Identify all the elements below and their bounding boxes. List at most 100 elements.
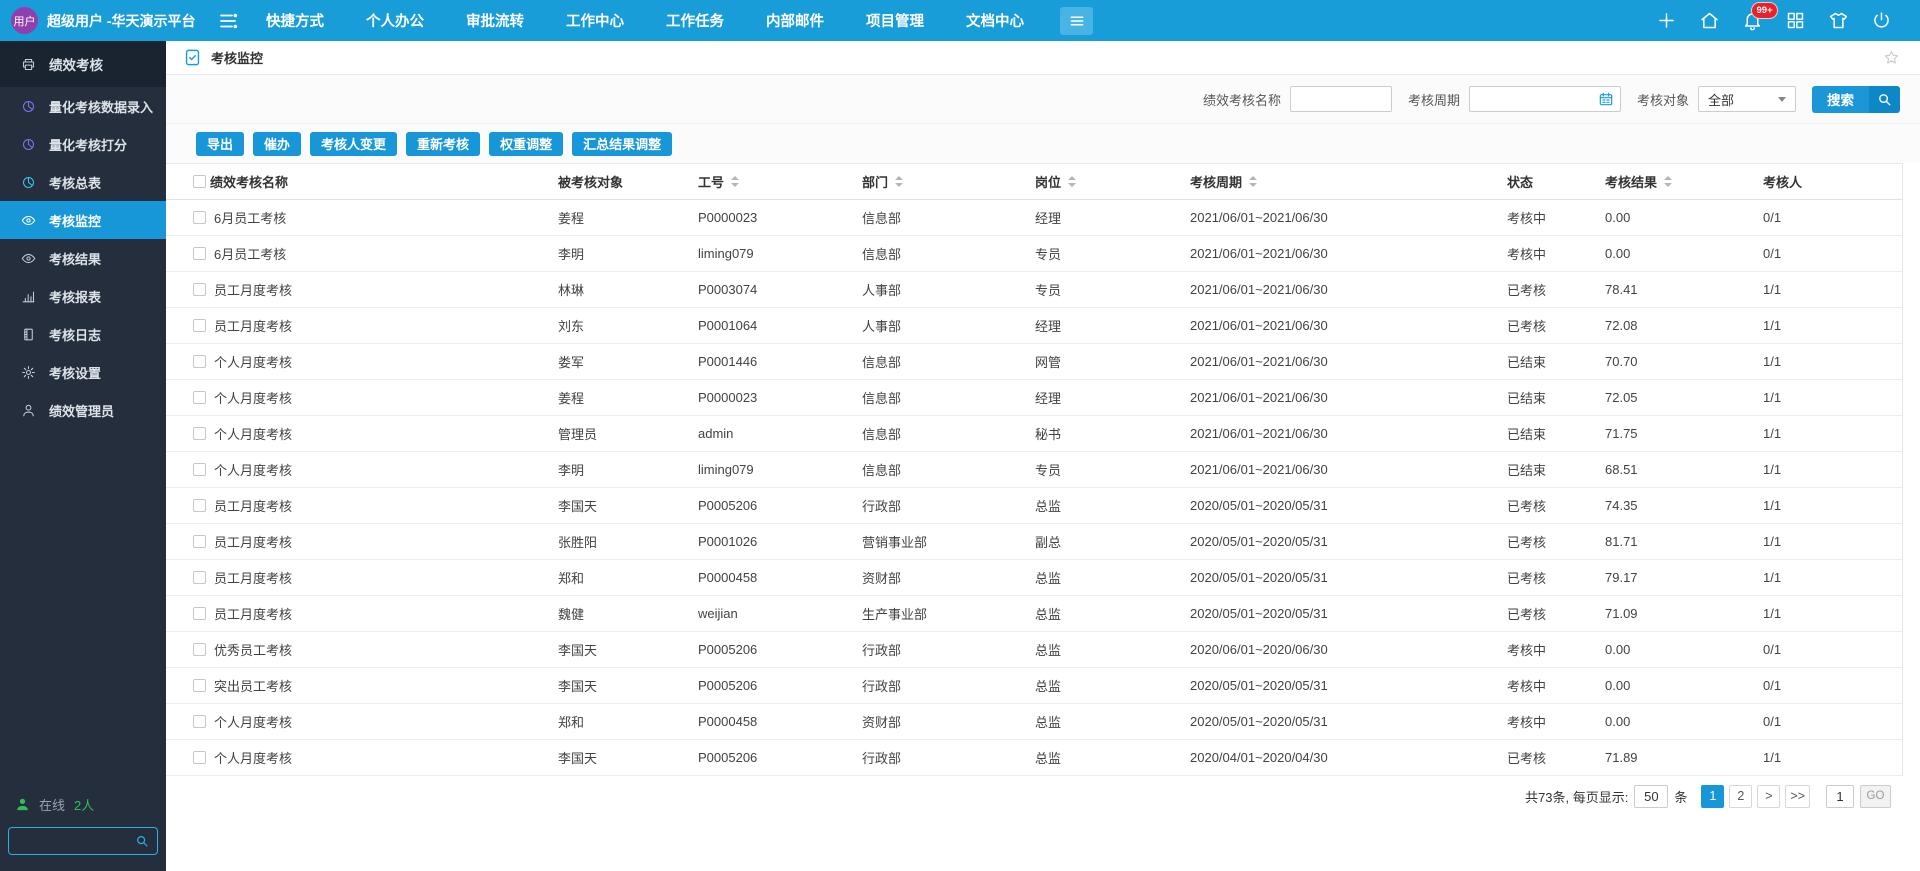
sort-arrows-icon[interactable] bbox=[731, 176, 739, 187]
row-checkbox[interactable] bbox=[193, 535, 206, 548]
table-row[interactable]: 员工月度考核林琳P0003074人事部专员2021/06/01~2021/06/… bbox=[166, 272, 1902, 308]
next-page-button[interactable]: > bbox=[1757, 785, 1780, 808]
row-checkbox[interactable] bbox=[193, 283, 206, 296]
plus-button[interactable] bbox=[1656, 10, 1677, 31]
row-checkbox[interactable] bbox=[193, 715, 206, 728]
sidebar-item-assessment-logs[interactable]: 考核日志 bbox=[0, 315, 166, 353]
nav-item-internal-mail[interactable]: 内部邮件 bbox=[766, 10, 824, 31]
row-checkbox[interactable] bbox=[193, 607, 206, 620]
sidebar-item-quant-data-entry[interactable]: 量化考核数据录入 bbox=[0, 87, 166, 125]
toolbar-button-weight-adjust[interactable]: 权重调整 bbox=[489, 132, 563, 156]
online-label: 在线 bbox=[39, 795, 65, 814]
sidebar-item-assessment-summary-table[interactable]: 考核总表 bbox=[0, 163, 166, 201]
power-button[interactable] bbox=[1871, 10, 1892, 31]
column-header-period[interactable]: 考核周期 bbox=[1190, 172, 1507, 191]
last-page-button[interactable]: >> bbox=[1785, 785, 1810, 808]
nav-item-personal-office[interactable]: 个人办公 bbox=[366, 10, 424, 31]
toolbar-button-re-assess[interactable]: 重新考核 bbox=[406, 132, 480, 156]
cell-status: 已结束 bbox=[1507, 460, 1605, 479]
go-button[interactable]: GO bbox=[1860, 785, 1891, 808]
menu-lines-icon[interactable] bbox=[216, 9, 240, 33]
column-header-post[interactable]: 岗位 bbox=[1035, 172, 1190, 191]
column-header-result[interactable]: 考核结果 bbox=[1605, 172, 1763, 191]
nav-item-shortcuts[interactable]: 快捷方式 bbox=[266, 10, 324, 31]
page-button-1[interactable]: 1 bbox=[1701, 785, 1724, 808]
shirt-button[interactable] bbox=[1828, 10, 1849, 31]
page-button-2[interactable]: 2 bbox=[1729, 785, 1752, 808]
nav-item-approval-flow[interactable]: 审批流转 bbox=[466, 10, 524, 31]
toolbar-button-change-assessor[interactable]: 考核人变更 bbox=[310, 132, 397, 156]
table-row[interactable]: 个人月度考核娄军P0001446信息部网管2021/06/01~2021/06/… bbox=[166, 344, 1902, 380]
row-checkbox[interactable] bbox=[193, 571, 206, 584]
sidebar-item-quant-scoring[interactable]: 量化考核打分 bbox=[0, 125, 166, 163]
row-checkbox[interactable] bbox=[193, 211, 206, 224]
cell-emp_id: P0005206 bbox=[698, 678, 862, 693]
search-button[interactable]: 搜索 bbox=[1812, 86, 1900, 113]
row-checkbox[interactable] bbox=[193, 391, 206, 404]
table-row[interactable]: 个人月度考核李明liming079信息部专员2021/06/01~2021/06… bbox=[166, 452, 1902, 488]
toolbar-button-export[interactable]: 导出 bbox=[196, 132, 244, 156]
nav-item-document-center[interactable]: 文档中心 bbox=[966, 10, 1024, 31]
search-icon[interactable] bbox=[135, 834, 149, 848]
select-all-checkbox[interactable] bbox=[193, 175, 206, 188]
table-row[interactable]: 6月员工考核李明liming079信息部专员2021/06/01~2021/06… bbox=[166, 236, 1902, 272]
page-size-input[interactable] bbox=[1634, 785, 1668, 808]
column-header-dept[interactable]: 部门 bbox=[862, 172, 1035, 191]
nav-item-work-tasks[interactable]: 工作任务 bbox=[666, 10, 724, 31]
row-checkbox[interactable] bbox=[193, 427, 206, 440]
row-checkbox[interactable] bbox=[193, 355, 206, 368]
table-row[interactable]: 个人月度考核李国天P0005206行政部总监2020/04/01~2020/04… bbox=[166, 740, 1902, 776]
assessment-name-input[interactable] bbox=[1290, 86, 1392, 112]
column-header-emp_id[interactable]: 工号 bbox=[698, 172, 862, 191]
avatar[interactable]: 用户 bbox=[11, 7, 38, 34]
table-row[interactable]: 个人月度考核姜程P0000023信息部经理2021/06/01~2021/06/… bbox=[166, 380, 1902, 416]
table-row[interactable]: 个人月度考核管理员admin信息部秘书2021/06/01~2021/06/30… bbox=[166, 416, 1902, 452]
table-row[interactable]: 优秀员工考核李国天P0005206行政部总监2020/06/01~2020/06… bbox=[166, 632, 1902, 668]
apps-button[interactable] bbox=[1785, 10, 1806, 31]
sidebar-item-assessment-settings[interactable]: 考核设置 bbox=[0, 353, 166, 391]
row-checkbox[interactable] bbox=[193, 499, 206, 512]
table-row[interactable]: 员工月度考核魏健weijian生产事业部总监2020/05/01~2020/05… bbox=[166, 596, 1902, 632]
calendar-icon[interactable] bbox=[1598, 91, 1614, 107]
toolbar-button-summary-result-adjust[interactable]: 汇总结果调整 bbox=[572, 132, 672, 156]
search-icon bbox=[1877, 92, 1892, 107]
power-icon bbox=[1871, 10, 1892, 31]
assessment-period-input[interactable] bbox=[1470, 92, 1598, 107]
sidebar-item-performance-admin[interactable]: 绩效管理员 bbox=[0, 391, 166, 429]
cell-result: 0.00 bbox=[1605, 714, 1763, 729]
row-checkbox[interactable] bbox=[193, 751, 206, 764]
row-checkbox[interactable] bbox=[193, 643, 206, 656]
sidebar-item-assessment-reports[interactable]: 考核报表 bbox=[0, 277, 166, 315]
sort-arrows-icon[interactable] bbox=[1664, 176, 1672, 187]
favorite-star-icon[interactable] bbox=[1883, 49, 1900, 66]
row-checkbox[interactable] bbox=[193, 679, 206, 692]
nav-item-work-center[interactable]: 工作中心 bbox=[566, 10, 624, 31]
home-button[interactable] bbox=[1699, 10, 1720, 31]
row-checkbox[interactable] bbox=[193, 319, 206, 332]
sidebar-search-input[interactable] bbox=[9, 834, 135, 848]
sidebar-item-assessment-results[interactable]: 考核结果 bbox=[0, 239, 166, 277]
sort-arrows-icon[interactable] bbox=[895, 176, 903, 187]
table-row[interactable]: 员工月度考核郑和P0000458资财部总监2020/05/01~2020/05/… bbox=[166, 560, 1902, 596]
cell-name: 员工月度考核 bbox=[210, 280, 558, 299]
cell-target: 魏健 bbox=[558, 604, 698, 623]
assessment-target-select[interactable]: 全部 bbox=[1698, 86, 1796, 112]
sidebar-item-performance-assessment[interactable]: 绩效考核 bbox=[0, 41, 166, 87]
table-row[interactable]: 个人月度考核郑和P0000458资财部总监2020/05/01~2020/05/… bbox=[166, 704, 1902, 740]
goto-page-input[interactable] bbox=[1826, 785, 1854, 808]
table-row[interactable]: 员工月度考核张胜阳P0001026营销事业部副总2020/05/01~2020/… bbox=[166, 524, 1902, 560]
table-row[interactable]: 6月员工考核姜程P0000023信息部经理2021/06/01~2021/06/… bbox=[166, 200, 1902, 236]
user-brand[interactable]: 用户 超级用户 -华天演示平台 bbox=[0, 7, 216, 34]
row-checkbox[interactable] bbox=[193, 463, 206, 476]
hamburger-button[interactable] bbox=[1060, 7, 1093, 35]
table-row[interactable]: 员工月度考核李国天P0005206行政部总监2020/05/01~2020/05… bbox=[166, 488, 1902, 524]
toolbar-button-urge[interactable]: 催办 bbox=[253, 132, 301, 156]
sidebar-item-assessment-monitor[interactable]: 考核监控 bbox=[0, 201, 166, 239]
table-row[interactable]: 突出员工考核李国天P0005206行政部总监2020/05/01~2020/05… bbox=[166, 668, 1902, 704]
sort-arrows-icon[interactable] bbox=[1249, 176, 1257, 187]
row-checkbox[interactable] bbox=[193, 247, 206, 260]
sort-arrows-icon[interactable] bbox=[1068, 176, 1076, 187]
nav-item-project-management[interactable]: 项目管理 bbox=[866, 10, 924, 31]
bell-button[interactable]: 99+ bbox=[1742, 10, 1763, 31]
table-row[interactable]: 员工月度考核刘东P0001064人事部经理2021/06/01~2021/06/… bbox=[166, 308, 1902, 344]
